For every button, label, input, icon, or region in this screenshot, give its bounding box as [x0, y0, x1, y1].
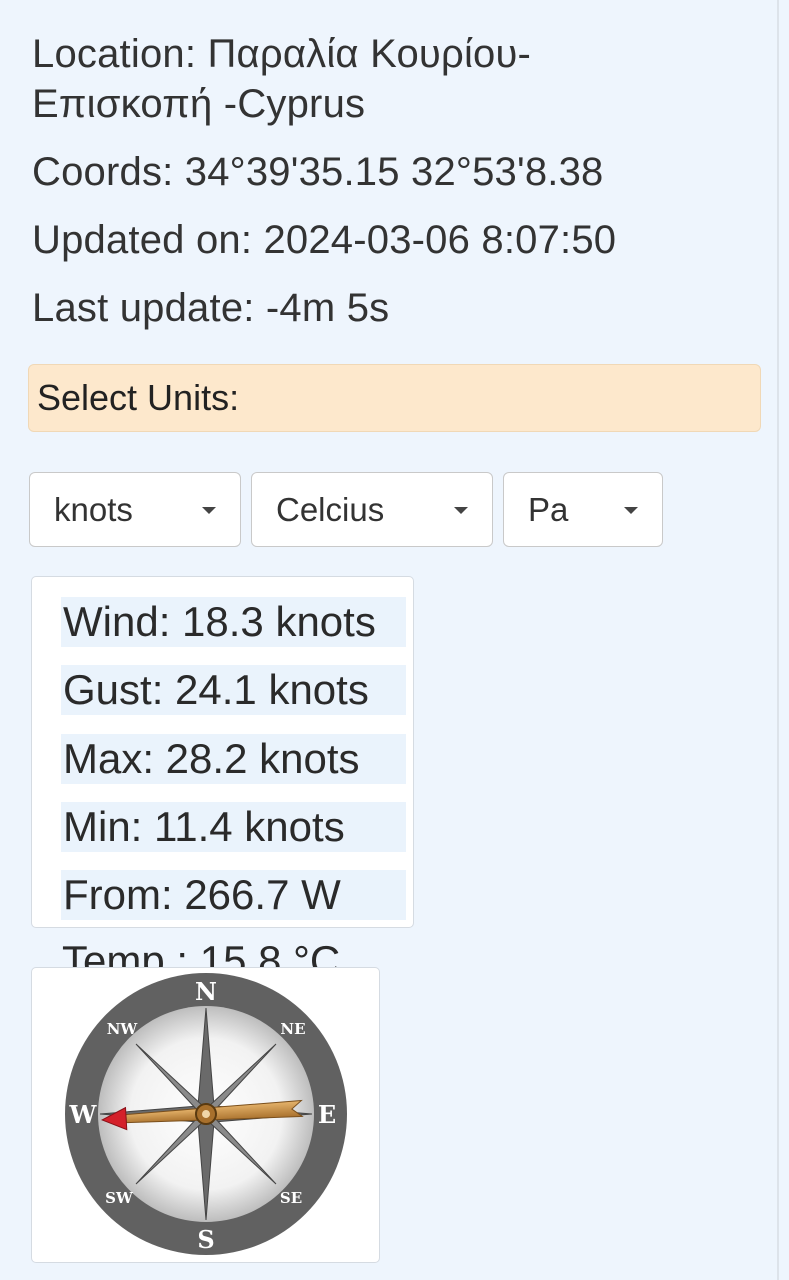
compass-label-se: SE	[280, 1189, 302, 1207]
compass-label-e: E	[318, 1100, 336, 1129]
compass-label-s: S	[197, 1225, 214, 1254]
page-edge-divider	[777, 0, 779, 1280]
min-wind-row: Min: 11.4 knots	[61, 802, 406, 852]
updated-on-text: Updated on: 2024-03-06 8:07:50	[32, 218, 617, 262]
compass-label-n: N	[195, 977, 217, 1006]
select-units-banner: Select Units:	[28, 364, 761, 432]
compass-card: N S E W NE NW SE SW	[31, 967, 380, 1263]
pressure-unit-select[interactable]: Pa	[503, 472, 663, 547]
chevron-down-icon	[454, 507, 468, 514]
coords-text: Coords: 34°39'35.15 32°53'8.38	[32, 150, 604, 194]
location-line-2: Επισκοπή -Cyprus	[32, 82, 366, 126]
speed-unit-value: knots	[54, 491, 133, 528]
compass-label-ne: NE	[280, 1020, 305, 1038]
wind-stats-card: Wind: 18.3 knots Gust: 24.1 knots Max: 2…	[31, 576, 414, 928]
compass-label-w: W	[69, 1100, 98, 1129]
temperature-unit-select[interactable]: Celcius	[251, 472, 493, 547]
speed-unit-select[interactable]: knots	[29, 472, 241, 547]
pressure-unit-value: Pa	[528, 491, 569, 528]
temperature-unit-value: Celcius	[276, 491, 385, 528]
chevron-down-icon	[202, 507, 216, 514]
wind-speed-row: Wind: 18.3 knots	[61, 597, 406, 647]
max-wind-row: Max: 28.2 knots	[61, 734, 406, 784]
wind-direction-row: From: 266.7 W	[61, 870, 406, 920]
chevron-down-icon	[624, 507, 638, 514]
compass-label-nw: NW	[107, 1020, 139, 1038]
compass-icon: N S E W NE NW SE SW	[65, 973, 347, 1255]
last-update-text: Last update: -4m 5s	[32, 286, 390, 330]
gust-row: Gust: 24.1 knots	[61, 665, 406, 715]
compass-label-sw: SW	[105, 1189, 134, 1207]
location-line-1: Location: Παραλία Κουρίου-	[32, 32, 532, 76]
